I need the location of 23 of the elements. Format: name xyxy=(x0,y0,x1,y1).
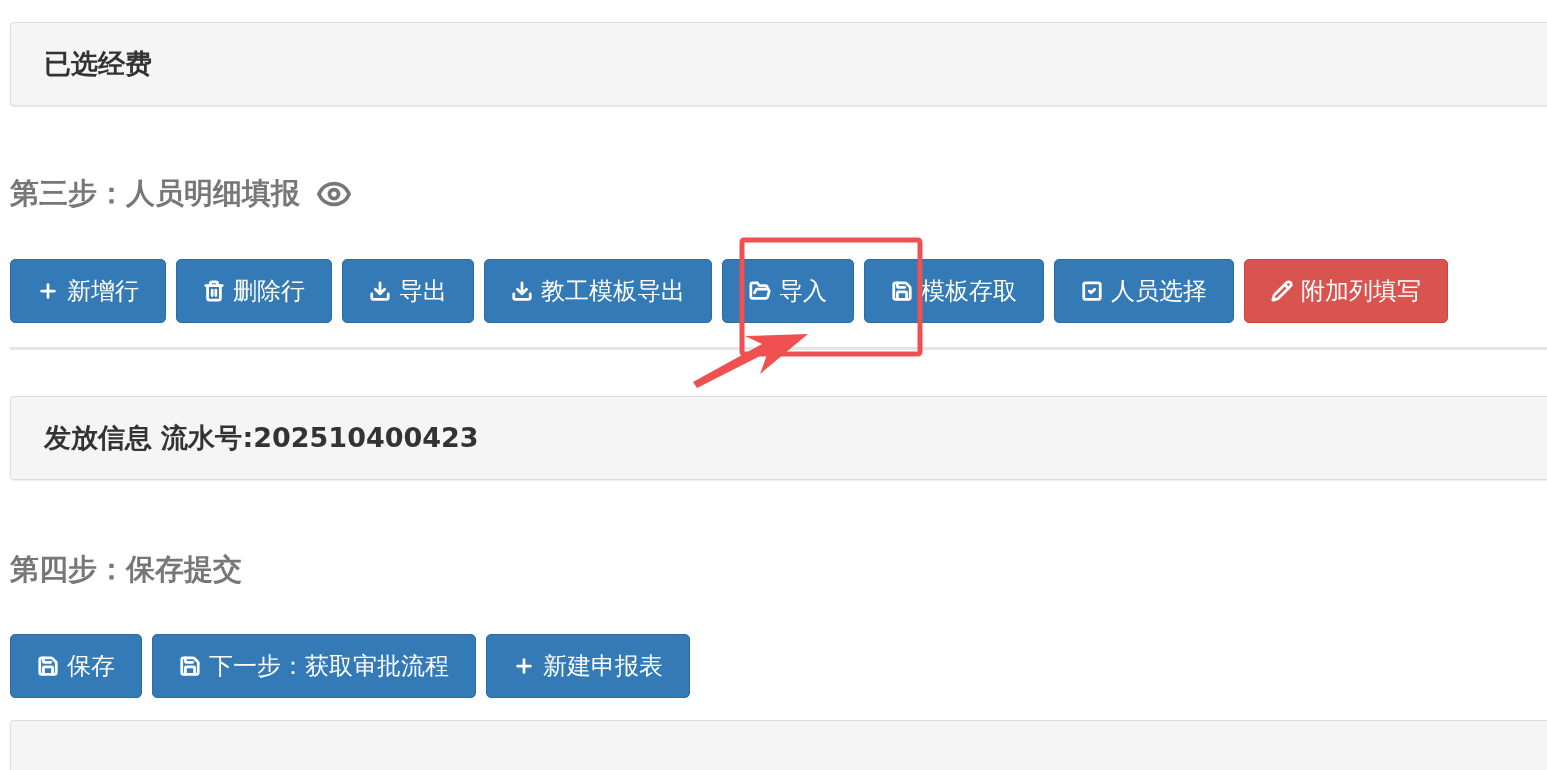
panel-title: 发放信息 流水号:202510400423 xyxy=(44,421,479,455)
folder-icon xyxy=(749,280,771,302)
panel-title: 已选经费 xyxy=(44,47,152,81)
toolbar-button[interactable]: 新增行 xyxy=(10,259,166,323)
plus-icon xyxy=(513,655,535,677)
plus-icon xyxy=(37,280,59,302)
download-icon xyxy=(511,280,533,302)
toolbar-button[interactable]: 导入 xyxy=(722,259,854,323)
toolbar-button[interactable]: 人员选择 xyxy=(1054,259,1234,323)
checkbox-icon xyxy=(1081,280,1103,302)
toolbar-button[interactable]: 保存 xyxy=(10,634,142,698)
toolbar-button[interactable]: 附加列填写 xyxy=(1244,259,1448,323)
pencil-icon xyxy=(1271,280,1293,302)
toolbar-button[interactable]: 教工模板导出 xyxy=(484,259,712,323)
toolbar-button[interactable]: 下一步：获取审批流程 xyxy=(152,634,476,698)
toolbar-button[interactable]: 导出 xyxy=(342,259,474,323)
toolbar-button[interactable]: 模板存取 xyxy=(864,259,1044,323)
step-title: 第三步：人员明细填报 xyxy=(10,175,300,212)
toolbar-button[interactable]: 删除行 xyxy=(176,259,332,323)
step-title: 第四步：保存提交 xyxy=(10,551,242,588)
toolbar-button[interactable]: 新建申报表 xyxy=(486,634,690,698)
download-icon xyxy=(369,280,391,302)
trash-icon xyxy=(203,280,225,302)
